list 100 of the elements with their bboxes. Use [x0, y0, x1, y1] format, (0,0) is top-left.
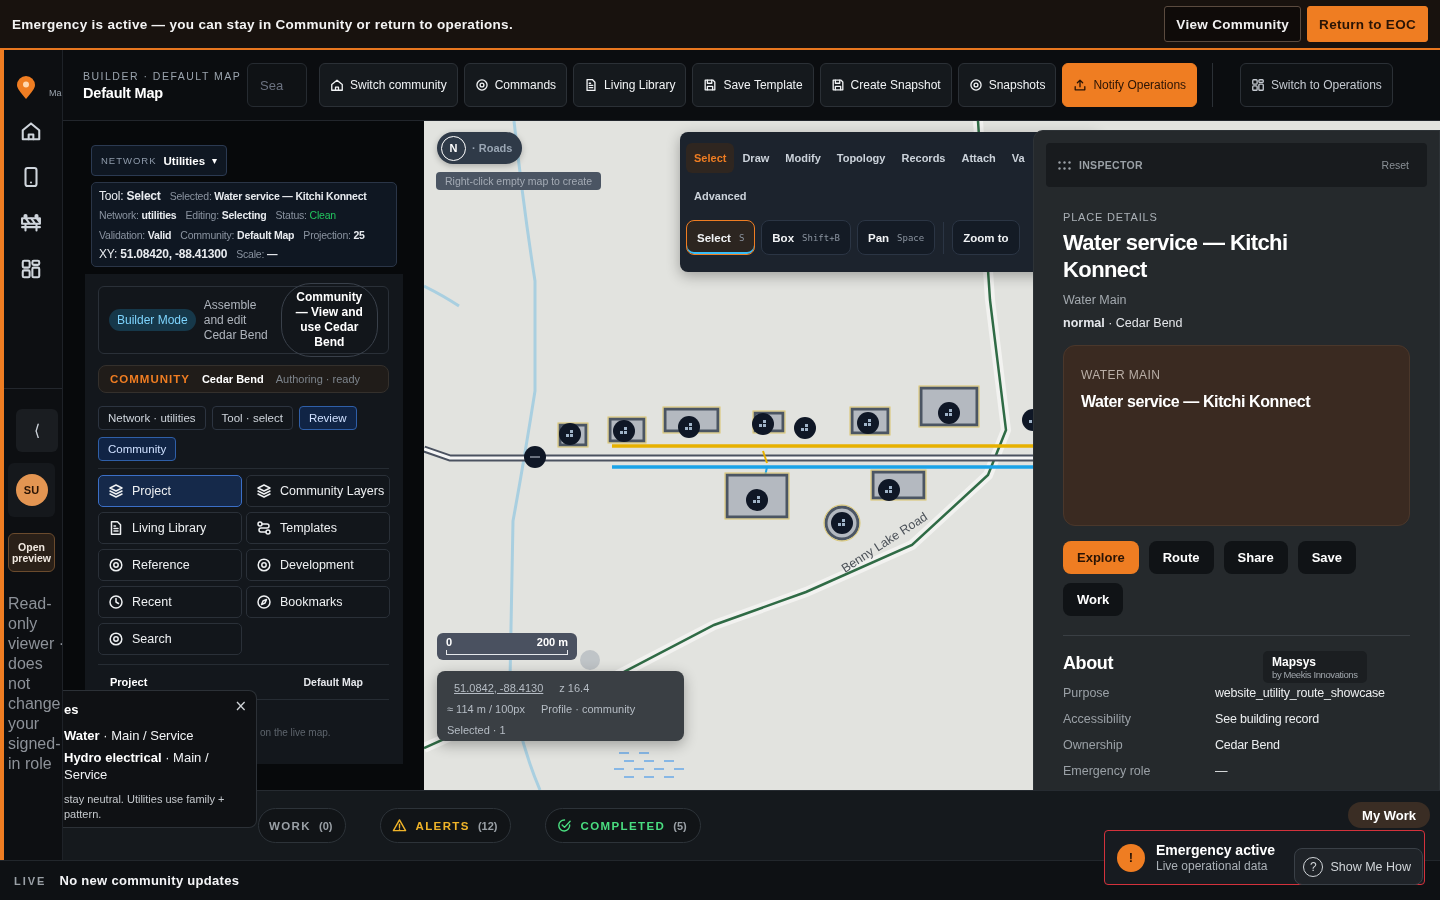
- mode-badge: Builder Mode: [109, 309, 196, 331]
- action-button[interactable]: Share: [1223, 541, 1288, 574]
- page-title: Default Map: [83, 84, 164, 101]
- toolbar-button[interactable]: Create Snapshot: [819, 63, 952, 107]
- grid-icon: [1251, 78, 1266, 92]
- compass-icon: [256, 594, 272, 610]
- footer-label: Project: [110, 676, 148, 688]
- home-icon: [330, 78, 344, 92]
- help-button[interactable]: ? Show Me How: [1294, 848, 1423, 885]
- status-field: Tool: Select: [99, 188, 161, 203]
- mode-tab[interactable]: Advanced: [686, 181, 755, 211]
- filter-chip[interactable]: Network · utilities: [98, 406, 206, 430]
- upload-icon: [1073, 78, 1088, 92]
- barrier-icon[interactable]: [20, 212, 42, 234]
- section-label: PLACE DETAILS: [1063, 211, 1159, 223]
- about-heading: About: [1063, 653, 1113, 674]
- legend-note: stay neutral. Utilities use family + pattern.: [64, 792, 226, 822]
- detail-label: Emergency role: [1063, 763, 1152, 780]
- nav-item[interactable]: Living Library: [98, 512, 242, 544]
- queue-tab[interactable]: COMPLETED (5): [545, 808, 701, 843]
- network-dropdown[interactable]: NETWORK Utilities ▾: [91, 145, 228, 176]
- compass-chip[interactable]: N · Roads: [437, 132, 523, 164]
- view-button[interactable]: View Community: [1164, 6, 1302, 42]
- profile-text: Profile · community: [541, 702, 636, 715]
- layers-icon: [108, 483, 124, 499]
- user-avatar[interactable]: SU: [15, 474, 48, 506]
- status-field: Validation: Valid: [99, 228, 172, 241]
- live-tag: LIVE: [14, 874, 47, 887]
- open-preview-button[interactable]: Open preview: [8, 533, 55, 572]
- queue-tab[interactable]: WORK (0): [258, 808, 347, 843]
- document-icon: [108, 520, 124, 536]
- mode-tab[interactable]: Draw: [734, 143, 778, 173]
- search-field[interactable]: Sea: [247, 63, 307, 107]
- nav-item[interactable]: Reference: [98, 549, 242, 581]
- inspector-title: INSPECTOR: [1079, 159, 1143, 171]
- action-button[interactable]: Route: [1148, 541, 1214, 574]
- toolbar-button[interactable]: Save Template: [692, 63, 814, 107]
- filter-chip[interactable]: Community: [98, 437, 177, 461]
- mode-tab[interactable]: Modify: [777, 143, 829, 173]
- detail-value: —: [1215, 763, 1229, 780]
- nav-item[interactable]: Bookmarks: [246, 586, 390, 618]
- route-icon: [256, 520, 272, 536]
- grid-icon[interactable]: [20, 258, 42, 280]
- alert-icon: !: [1117, 843, 1145, 872]
- filter-chip[interactable]: Review: [298, 406, 357, 430]
- my-work-button[interactable]: My Work: [1348, 802, 1430, 828]
- layers-icon: [256, 483, 272, 499]
- close-button[interactable]: ×: [234, 697, 247, 715]
- queue-tab[interactable]: ALERTS (12): [380, 808, 512, 843]
- status-field: Scale: —: [236, 248, 278, 261]
- status-message: No new community updates: [59, 873, 240, 888]
- detail-value: Cedar Bend: [1215, 737, 1281, 754]
- toolbar-button[interactable]: Switch to Operations: [1240, 63, 1393, 107]
- return-button[interactable]: Return to EOC: [1307, 6, 1428, 42]
- filter-chip[interactable]: Tool · select: [211, 406, 293, 430]
- place-meta: normal · Cedar Bend: [1063, 316, 1184, 330]
- target-icon: [474, 78, 489, 92]
- tool-button[interactable]: Zoom to: [952, 220, 1020, 255]
- toolbar-button[interactable]: Notify Operations: [1062, 63, 1198, 107]
- status-field: Community: Default Map: [180, 228, 295, 241]
- coordinates-link[interactable]: 51.0842, -88.4130: [454, 681, 544, 694]
- resolution-text: ≈ 114 m / 100px: [447, 702, 525, 715]
- status-field: Network: utilities: [99, 209, 177, 222]
- viewer-note: Read-only viewer · does not change your signed-in role: [8, 594, 62, 774]
- nav-item[interactable]: Development: [246, 549, 390, 581]
- card-title: Water service — Kitchi Konnect: [1081, 393, 1312, 411]
- collapse-button[interactable]: ⟨: [16, 409, 58, 452]
- home-icon[interactable]: [20, 120, 42, 142]
- nav-item[interactable]: Templates: [246, 512, 390, 544]
- mode-tab[interactable]: Topology: [828, 143, 894, 173]
- nav-item[interactable]: Community Layers: [246, 475, 390, 507]
- target-icon: [108, 631, 124, 647]
- community-mode-button[interactable]: Community — View and use Cedar Bend: [280, 283, 378, 357]
- save-icon: [830, 78, 845, 92]
- place-type: Water Main: [1063, 293, 1128, 307]
- save-icon: [703, 78, 718, 92]
- action-button[interactable]: Save: [1297, 541, 1357, 574]
- tool-button[interactable]: Pan Space: [857, 220, 936, 255]
- toolbar-button[interactable]: Snapshots: [957, 63, 1057, 107]
- warning-icon: [392, 818, 408, 833]
- toolbar-button[interactable]: Commands: [463, 63, 568, 107]
- toolbar-button[interactable]: Switch community: [319, 63, 458, 107]
- nav-item[interactable]: Project: [98, 475, 242, 507]
- nav-item[interactable]: Recent: [98, 586, 242, 618]
- action-button[interactable]: Explore: [1063, 541, 1139, 574]
- zoom-level: z 16.4: [559, 681, 590, 694]
- mode-tab[interactable]: Records: [893, 143, 954, 173]
- mode-tab[interactable]: Select: [686, 143, 735, 173]
- reset-button[interactable]: Reset: [1375, 158, 1415, 172]
- status-field: XY: 51.08420, -88.41300: [99, 247, 228, 262]
- target-icon: [968, 78, 983, 92]
- banner-message: Emergency is active — you can stay in Community or return to operations.: [12, 16, 513, 32]
- action-button[interactable]: Work: [1063, 583, 1124, 616]
- tool-button[interactable]: Box Shift+B: [761, 220, 851, 255]
- mode-tab[interactable]: Attach: [953, 143, 1004, 173]
- status-field: Status: Clean: [275, 209, 336, 222]
- nav-item[interactable]: Search: [98, 623, 242, 655]
- tool-button[interactable]: Select S: [686, 220, 756, 255]
- mode-tab[interactable]: Va: [1003, 143, 1033, 173]
- toolbar-button[interactable]: Living Library: [573, 63, 687, 107]
